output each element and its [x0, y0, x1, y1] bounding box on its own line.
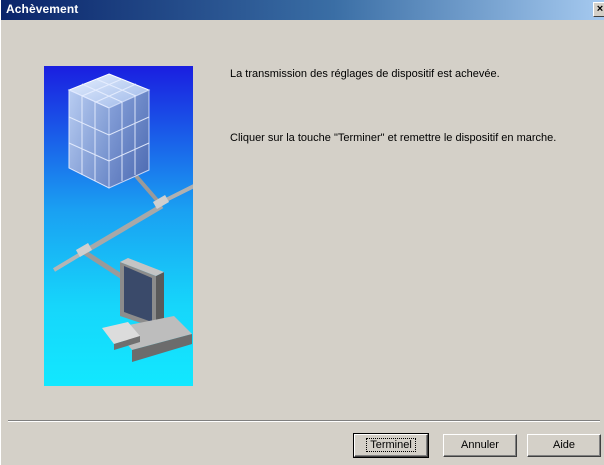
- help-button-label: Aide: [552, 439, 576, 451]
- close-button[interactable]: ×: [593, 2, 604, 17]
- button-separator: [8, 420, 600, 422]
- finish-button-label: Terminel: [366, 438, 416, 452]
- cancel-button-label: Annuler: [461, 439, 499, 451]
- completion-message: La transmission des réglages de disposit…: [230, 68, 500, 80]
- instruction-message: Cliquer sur la touche "Terminer" et reme…: [230, 132, 557, 144]
- finish-button[interactable]: Terminel: [353, 433, 429, 458]
- title-bar[interactable]: Achèvement ×: [1, 0, 604, 20]
- window-title: Achèvement: [6, 2, 79, 16]
- wizard-dialog: Achèvement × La transmission des réglage…: [0, 0, 604, 465]
- cancel-button[interactable]: Annuler: [443, 434, 517, 457]
- close-icon: ×: [596, 3, 604, 15]
- wizard-illustration: [44, 66, 193, 386]
- data-cube-icon: [67, 73, 151, 189]
- help-button[interactable]: Aide: [527, 434, 601, 457]
